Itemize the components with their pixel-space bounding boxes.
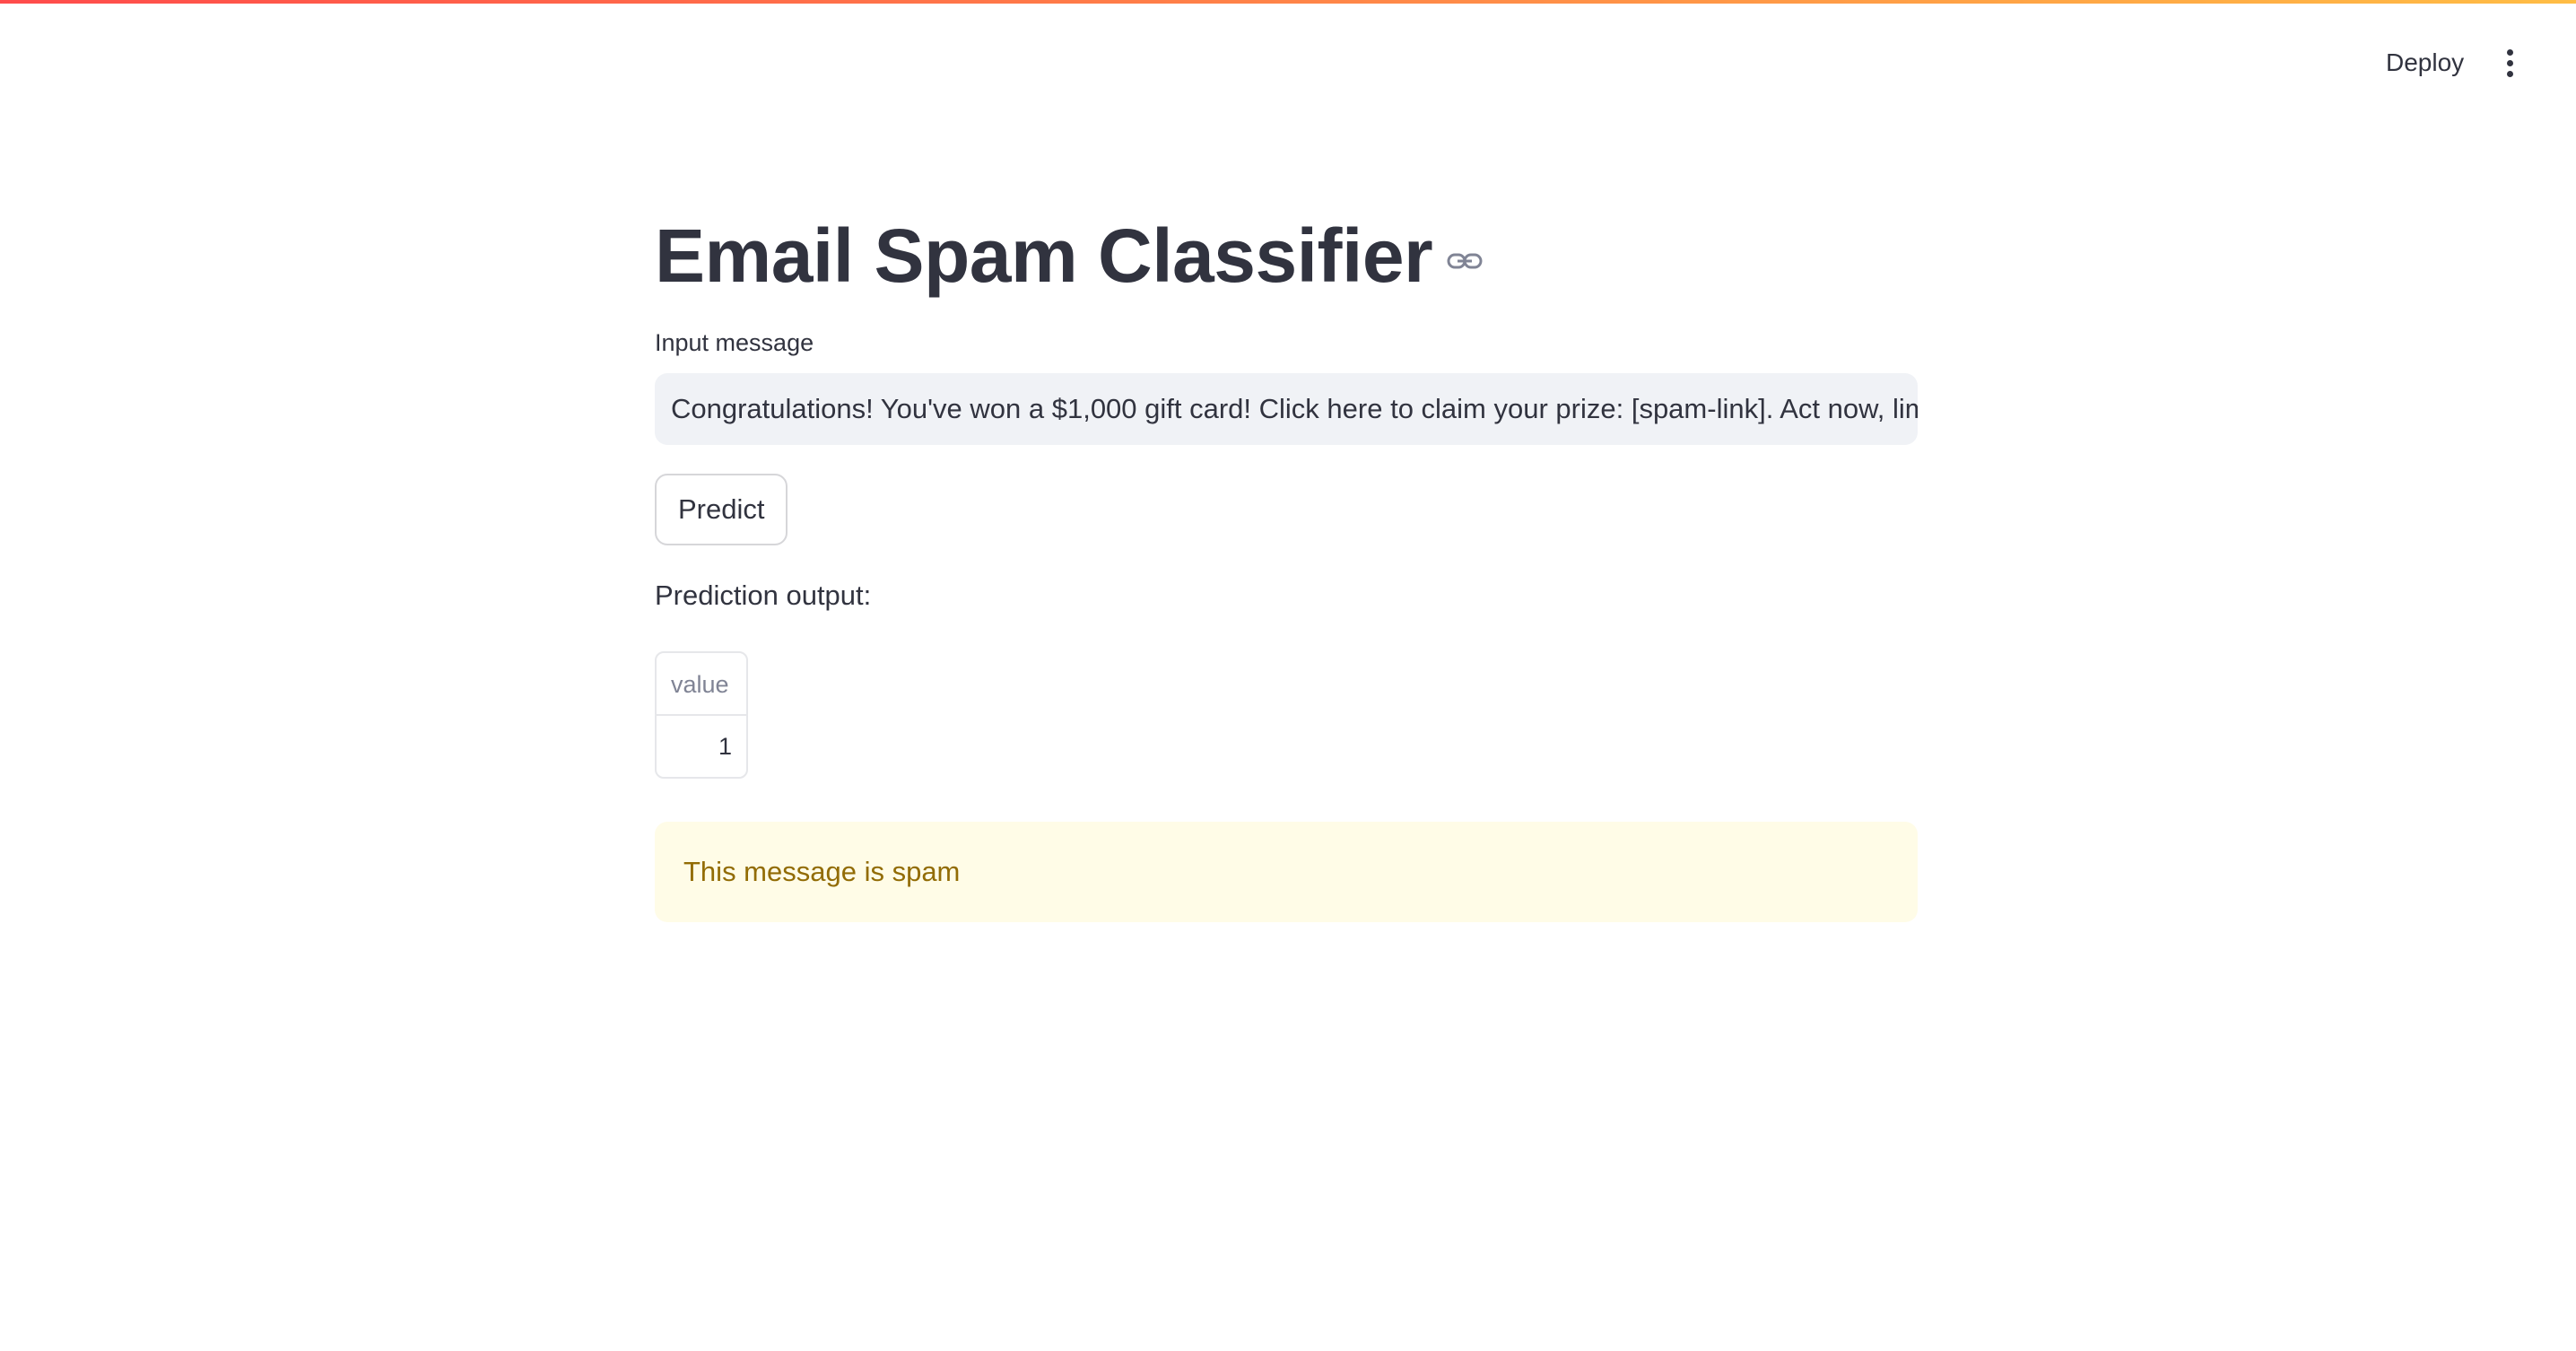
prediction-output-label: Prediction output:	[655, 580, 872, 611]
table-column-header[interactable]: value	[657, 653, 746, 716]
main-menu-button[interactable]	[2490, 39, 2529, 86]
input-message-label: Input message	[655, 329, 814, 356]
spam-warning-alert: This message is spam	[655, 822, 1918, 922]
table-cell[interactable]: 1	[657, 716, 746, 777]
message-input[interactable]: Congratulations! You've won a $1,000 gif…	[655, 373, 1918, 445]
predict-button[interactable]: Predict	[655, 474, 788, 545]
app-header: Deploy	[0, 0, 2576, 126]
page-title: Email Spam Classifier	[655, 214, 1433, 298]
link-icon[interactable]	[1447, 243, 1483, 279]
vertical-ellipsis-icon	[2506, 48, 2513, 56]
deploy-button[interactable]: Deploy	[2368, 41, 2482, 84]
main-content: Email Spam Classifier Input message Cong…	[655, 206, 1918, 922]
prediction-dataframe[interactable]: value 1	[655, 651, 748, 779]
title-row: Email Spam Classifier	[655, 206, 1918, 305]
